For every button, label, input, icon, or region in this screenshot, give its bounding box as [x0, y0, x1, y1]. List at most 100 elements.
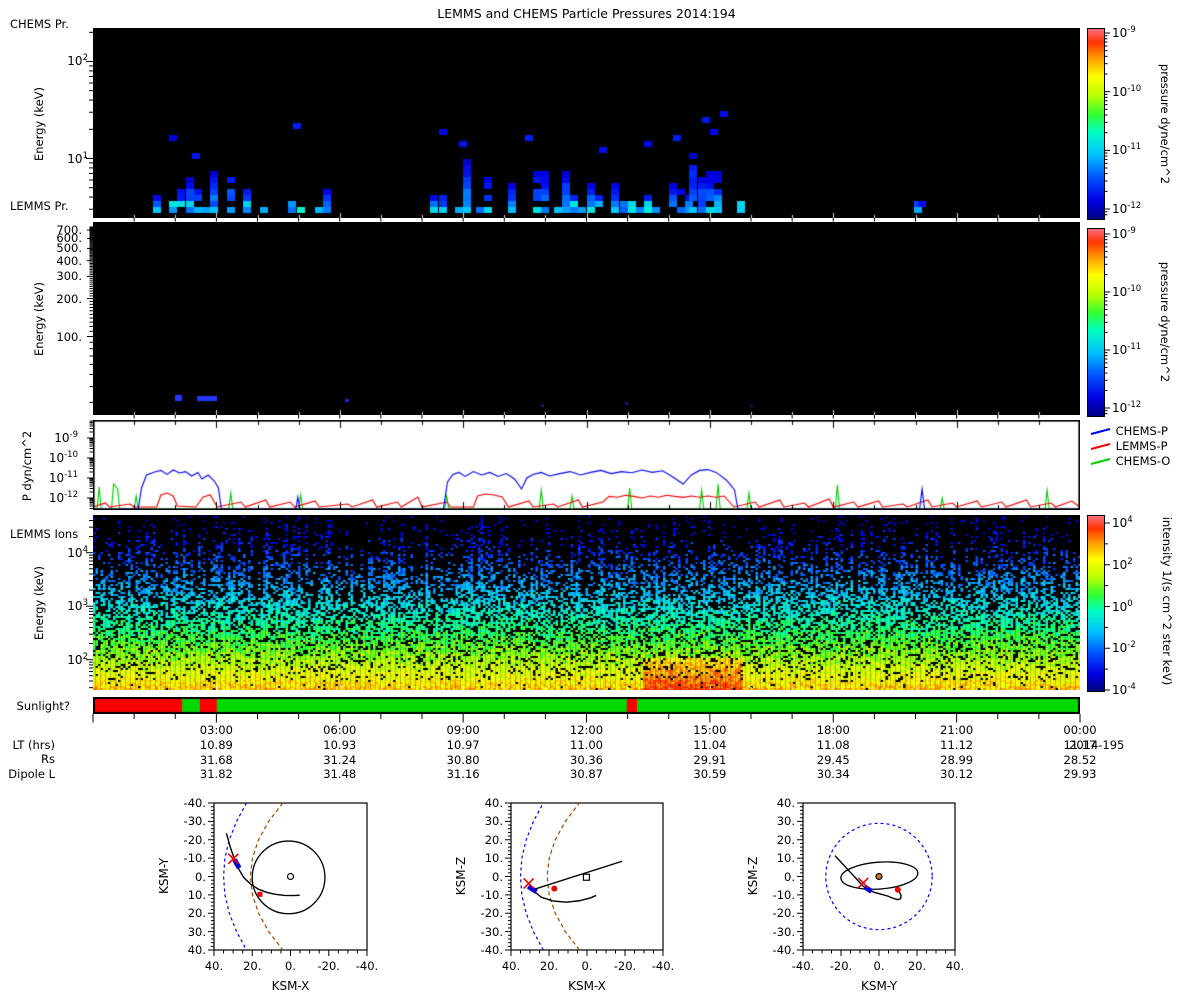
row-label-rs: Rs	[41, 752, 55, 766]
orbit-y-tick-label: 10.	[776, 851, 795, 866]
position-dot-marker	[551, 885, 558, 892]
lemms-pressure-spectrogram	[93, 222, 1080, 415]
ytick-label-pdyn: 10-10	[48, 450, 78, 465]
time-tick-label: 21:00	[940, 723, 974, 737]
orbit-x-tick-label: -20.	[317, 959, 340, 973]
orbit-y-tick-label: -10.	[183, 851, 206, 866]
colorbar-pressure-tick-label: 10-9	[1112, 25, 1136, 40]
colorbar-pressure-tick-label: 10-9	[1112, 226, 1136, 241]
plot-page: LEMMS and CHEMS Particle Pressures 2014:…	[0, 0, 1200, 1000]
ytick-label-ions: 104	[67, 544, 88, 560]
orbit-y-tick-label: -10.	[772, 887, 795, 902]
sunlight-indicator-bar	[93, 697, 1080, 714]
legend-item-chems-o: CHEMS-O	[1090, 454, 1170, 468]
orbit-y-tick-label: -40.	[772, 943, 795, 957]
orbit-x-tick-label: -20.	[829, 959, 853, 973]
dipole-l-value: 29.93	[1063, 767, 1097, 781]
saturn-marker	[582, 873, 591, 881]
colorbar-pressure-tick-label: 10-12	[1112, 201, 1142, 216]
colorbar-intensity-tick-label: 10-4	[1112, 682, 1136, 697]
row-label-lt: LT (hrs)	[12, 738, 56, 752]
orbit-x-tick-label: -40.	[355, 959, 379, 973]
orbit-x-tick-label: 0.	[285, 959, 296, 973]
orbit-y-tick-label: 40.	[187, 943, 206, 957]
ytick-label-pdyn: 10-11	[48, 470, 78, 485]
orbit-x-tick-label: -40.	[791, 959, 815, 973]
lemms-ions-spectrogram	[93, 515, 1080, 690]
ytick-label-lemms: 100.	[56, 329, 82, 344]
rs-value: 31.68	[199, 752, 233, 767]
y-axis-title-energy-ions: Energy (keV)	[32, 565, 46, 641]
time-tick-label: 12:00	[569, 723, 604, 737]
colorbar-pressure-tick-label: 10-11	[1112, 342, 1142, 357]
colorbar-intensity-ions	[1087, 515, 1105, 692]
colorbar-intensity-tick-label: 10-2	[1112, 640, 1136, 656]
colorbar-pressure-tick-label: 10-10	[1112, 83, 1142, 99]
lt-value: 11.00	[570, 738, 603, 752]
sunlight-label: Sunlight?	[16, 699, 70, 713]
orbit-x-tick-label: 40.	[501, 959, 521, 973]
orbit-y-tick-label: -20.	[183, 832, 206, 847]
time-tick-label: 15:00	[693, 723, 727, 737]
orbit-y-axis-title: KSM-Y	[157, 857, 171, 894]
orbit-y-tick-label: -30.	[772, 924, 795, 939]
orbit-y-tick-label: 0.	[492, 869, 503, 884]
time-tick-label: 06:00	[323, 723, 357, 737]
colorbar-title-pressure-2: pressure dyne/cm^2	[1158, 261, 1172, 383]
orbit-y-axis-title: KSM-Z	[454, 856, 468, 895]
time-tick-label: 18:00	[816, 723, 850, 737]
orbit-x-axis-title: KSM-X	[568, 979, 606, 993]
rs-value: 28.52	[1063, 752, 1097, 767]
rs-value: 31.24	[323, 752, 357, 767]
orbit-x-tick-label: 40.	[204, 959, 224, 973]
orbit-y-tick-label: -40.	[480, 943, 503, 957]
spacecraft-trajectory-arc	[531, 889, 597, 903]
legend-label-chems-p: CHEMS-P	[1115, 424, 1168, 438]
orbit-y-tick-label: -30.	[480, 924, 503, 939]
time-tick-label: 09:00	[446, 723, 480, 737]
ytick-label-chems: 101	[67, 150, 88, 166]
ytick-label-pdyn: 10-12	[48, 490, 78, 505]
lt-value: 11.12	[940, 738, 974, 752]
legend-label-chems-o: CHEMS-O	[1115, 454, 1171, 468]
colorbar-intensity-tick-label: 102	[1112, 556, 1133, 572]
orbit-y-tick-label: 20.	[776, 832, 795, 847]
orbit-y-tick-label: 10.	[484, 851, 503, 866]
colorbar-pressure-lemms	[1087, 228, 1105, 417]
orbit-y-tick-label: 40.	[776, 796, 795, 810]
colorbar-pressure-tick-label: 10-11	[1112, 142, 1142, 158]
colorbar-pressure-tick-label: 10-10	[1112, 284, 1142, 299]
orbit-x-tick-label: 20.	[539, 959, 559, 973]
lt-value: 10.97	[446, 738, 480, 752]
lt-value: 11.04	[693, 738, 727, 752]
row-label-dipole-l: Dipole L	[8, 767, 55, 781]
dipole-l-value: 30.87	[570, 767, 603, 781]
rs-value: 28.99	[940, 752, 974, 767]
ytick-label-lemms: 300.	[56, 269, 82, 284]
orbit-x-axis-title: KSM-Y	[860, 979, 898, 993]
orbit-circle	[251, 840, 326, 915]
ytick-label-pdyn: 10-9	[54, 430, 78, 445]
orbit-y-tick-label: 0.	[195, 869, 206, 884]
orbit-y-tick-label: 30.	[187, 924, 206, 939]
lt-value: 11.17	[1063, 738, 1097, 752]
dipole-l-value: 31.48	[323, 767, 357, 781]
saturn-marker	[875, 872, 883, 881]
ytick-label-ions: 102	[67, 651, 88, 667]
magnetopause-curve	[519, 802, 544, 951]
legend-line-chems-o	[1090, 458, 1111, 465]
rs-value: 29.91	[693, 752, 727, 767]
legend-line-lemms-p	[1090, 443, 1111, 450]
orbit-y-tick-label: 0.	[784, 869, 795, 884]
orbit-x-axis-title: KSM-X	[271, 979, 310, 993]
orbit-y-tick-label: -20.	[480, 906, 503, 921]
bowshock-curve	[249, 802, 284, 951]
orbit-y-tick-label: 10.	[187, 887, 206, 902]
colorbar-title-intensity: intensity 1/(s cm^2 ster keV)	[1160, 516, 1174, 686]
orbit-y-axis-title: KSM-Z	[746, 856, 760, 895]
position-square-marker	[257, 891, 263, 897]
ytick-label-ions: 103	[67, 598, 88, 614]
orbit-y-tick-label: -40.	[183, 796, 206, 810]
ytick-label-lemms: 400.	[56, 253, 82, 268]
colorbar-intensity-tick-label: 100	[1112, 598, 1133, 614]
